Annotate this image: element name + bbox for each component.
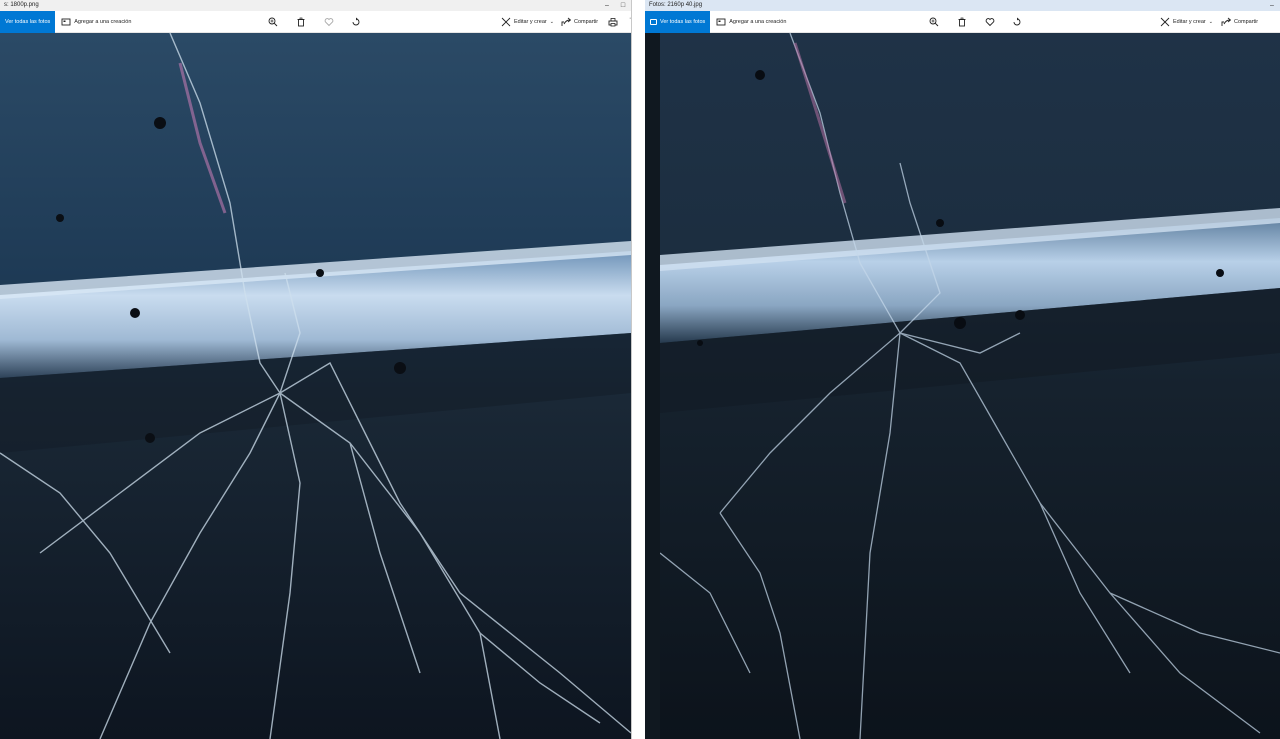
edit-icon — [501, 17, 511, 27]
title-bar[interactable]: Fotos: 2160p 40.jpg – — [645, 0, 1280, 11]
cracked-glass-photo — [0, 33, 631, 739]
photos-app-icon — [650, 18, 657, 25]
favorite-button[interactable] — [324, 17, 334, 27]
heart-icon — [324, 18, 334, 27]
edit-create-label: Editar y crear — [514, 19, 547, 25]
share-icon — [561, 17, 571, 26]
window-title: s: 1800p.png — [4, 2, 39, 8]
share-icon — [1221, 17, 1231, 26]
delete-button[interactable] — [957, 17, 967, 27]
trash-icon — [297, 17, 305, 27]
photo-toolbar: Ver todas las fotos Agregar a una creaci… — [645, 10, 1280, 33]
view-all-photos-label: Ver todas las fotos — [5, 18, 51, 25]
window-title: Fotos: 2160p 40.jpg — [649, 2, 703, 8]
view-all-photos-label: Ver todas las fotos — [660, 18, 706, 25]
heart-icon — [985, 18, 995, 27]
photos-window-right: Fotos: 2160p 40.jpg – Ver todas las foto… — [645, 0, 1280, 739]
add-to-creation-button[interactable]: Agregar a una creación — [716, 17, 786, 27]
favorite-button[interactable] — [985, 17, 995, 27]
add-creation-icon — [61, 18, 71, 25]
zoom-icon — [929, 17, 939, 27]
zoom-button[interactable] — [268, 17, 278, 27]
photo-viewer[interactable] — [660, 33, 1280, 739]
add-to-creation-button[interactable]: Agregar a una creación — [61, 17, 131, 27]
maximize-button[interactable]: □ — [615, 0, 631, 11]
zoom-button[interactable] — [929, 17, 939, 27]
minimize-button[interactable]: – — [599, 0, 615, 11]
share-button[interactable]: Compartir — [1221, 17, 1258, 27]
photos-window-left: s: 1800p.png – □ Ver todas las fotos Agr… — [0, 0, 631, 739]
rotate-button[interactable] — [351, 17, 361, 27]
delete-button[interactable] — [296, 17, 306, 27]
edit-create-button[interactable]: Editar y crear ⌄ — [501, 17, 554, 27]
rotate-button[interactable] — [1012, 17, 1022, 27]
minimize-button[interactable]: – — [1264, 0, 1280, 11]
edit-create-label: Editar y crear — [1173, 19, 1206, 25]
rotate-icon — [1013, 17, 1021, 26]
edit-icon — [1160, 17, 1170, 27]
chevron-down-icon: ⌄ — [549, 19, 554, 25]
share-label: Compartir — [1234, 19, 1259, 25]
photo-viewer[interactable] — [0, 33, 631, 739]
share-label: Compartir — [574, 19, 599, 25]
photo-toolbar: Ver todas las fotos Agregar a una creaci… — [0, 10, 631, 33]
window-gap — [631, 0, 645, 739]
desktop: s: 1800p.png – □ Ver todas las fotos Agr… — [0, 0, 1280, 739]
title-bar[interactable]: s: 1800p.png – □ — [0, 0, 631, 11]
rotate-icon — [352, 17, 360, 26]
view-all-photos-button[interactable]: Ver todas las fotos — [0, 10, 56, 33]
print-button[interactable] — [608, 17, 618, 27]
trash-icon — [958, 17, 966, 27]
add-creation-icon — [716, 18, 726, 25]
cracked-glass-photo — [660, 33, 1280, 739]
edit-create-button[interactable]: Editar y crear ⌄ — [1160, 17, 1213, 27]
chevron-down-icon: ⌄ — [1208, 19, 1213, 25]
add-to-creation-label: Agregar a una creación — [729, 18, 787, 25]
share-button[interactable]: Compartir — [561, 17, 598, 27]
view-all-photos-button[interactable]: Ver todas las fotos — [645, 10, 711, 33]
zoom-icon — [268, 17, 278, 27]
printer-icon — [608, 18, 618, 27]
add-to-creation-label: Agregar a una creación — [74, 18, 132, 25]
